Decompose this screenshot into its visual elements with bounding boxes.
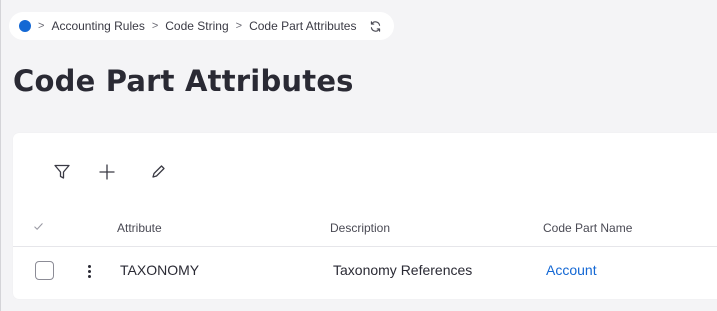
breadcrumb: > Accounting Rules > Code String > Code … xyxy=(9,12,395,40)
chevron-right-icon: > xyxy=(151,20,159,32)
cell-attribute: TAXONOMY xyxy=(120,262,200,278)
add-icon xyxy=(98,163,116,186)
table-panel: Attribute Description Code Part Name TAX… xyxy=(13,133,717,299)
row-checkbox[interactable] xyxy=(35,261,54,280)
table-row[interactable]: TAXONOMY Taxonomy References Account xyxy=(13,247,717,295)
home-icon[interactable] xyxy=(19,20,31,32)
refresh-icon[interactable] xyxy=(369,20,382,33)
cell-code-part-name-link[interactable]: Account xyxy=(546,262,597,278)
filter-button[interactable] xyxy=(51,163,73,185)
chevron-right-icon: > xyxy=(235,20,243,32)
toolbar xyxy=(13,133,717,211)
column-header-code-part-name[interactable]: Code Part Name xyxy=(543,221,632,235)
chevron-right-icon: > xyxy=(38,20,45,32)
filter-icon xyxy=(53,163,71,186)
breadcrumb-item-code-string[interactable]: Code String xyxy=(165,19,228,33)
column-header-description[interactable]: Description xyxy=(330,221,390,235)
table-header: Attribute Description Code Part Name xyxy=(13,211,717,247)
column-header-attribute[interactable]: Attribute xyxy=(117,221,162,235)
add-button[interactable] xyxy=(96,163,118,185)
page-title: Code Part Attributes xyxy=(13,64,354,98)
cell-description: Taxonomy References xyxy=(333,262,473,278)
select-all-checkmark-icon[interactable] xyxy=(33,221,44,235)
breadcrumb-item-code-part-attributes: Code Part Attributes xyxy=(249,19,357,33)
edit-button[interactable] xyxy=(147,163,169,185)
more-actions-icon[interactable] xyxy=(85,260,93,282)
edit-icon xyxy=(150,164,166,185)
breadcrumb-item-accounting-rules[interactable]: Accounting Rules xyxy=(51,19,144,33)
